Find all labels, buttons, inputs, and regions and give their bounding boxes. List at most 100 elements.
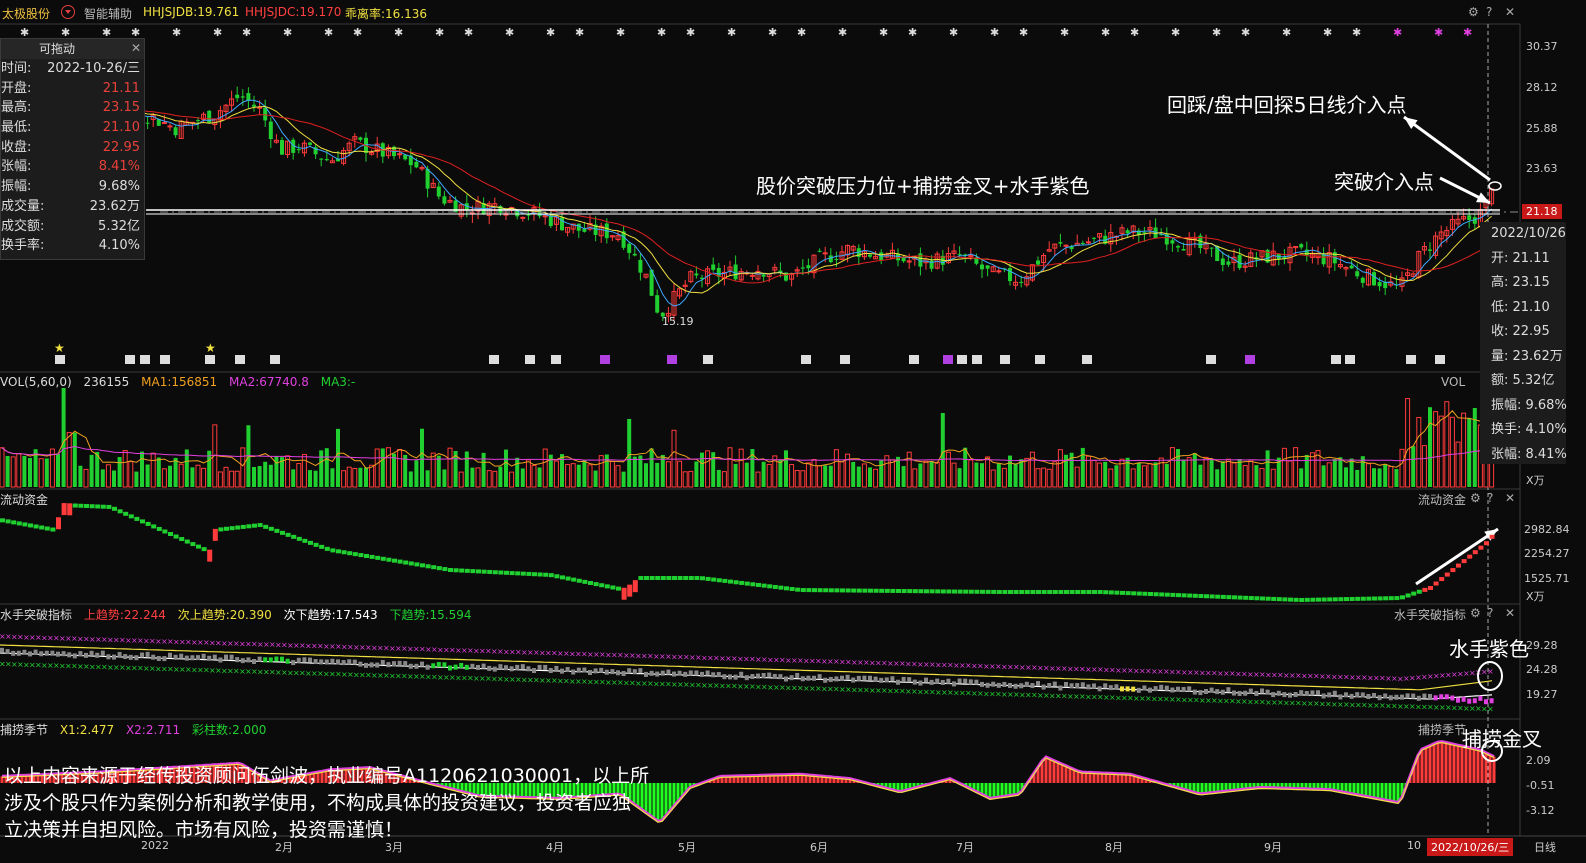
sailor-box	[604, 669, 609, 675]
sailor-box	[498, 664, 503, 670]
volume-bar	[442, 469, 447, 487]
settings-icon[interactable]: ⚙	[1470, 606, 1481, 620]
candle-body	[1237, 255, 1242, 269]
fund-dot	[515, 571, 521, 576]
star-marker: ✱	[1282, 26, 1291, 39]
fund-dot	[520, 571, 526, 576]
close-icon[interactable]: ✕	[1505, 606, 1515, 620]
star-marker: ✱	[505, 26, 514, 39]
volume-bar	[766, 463, 772, 488]
volume-bar	[738, 448, 744, 488]
sailor-box	[448, 665, 452, 671]
event-marker-icon	[972, 355, 982, 364]
volume-bar	[134, 471, 139, 487]
sailor-right-label[interactable]: 水手突破指标	[1394, 606, 1466, 623]
fund-dot	[929, 589, 935, 594]
fund-dot	[772, 584, 778, 589]
candle-body	[1085, 241, 1091, 244]
candle-body	[1360, 277, 1365, 283]
volume-bar	[1383, 464, 1388, 487]
season-bar	[1424, 747, 1428, 783]
sailor-box	[95, 652, 100, 658]
volume-bar	[385, 447, 391, 488]
sailor-box	[1243, 690, 1248, 696]
fund-right-label[interactable]: 流动资金	[1418, 491, 1466, 508]
fund-dot	[621, 587, 627, 600]
volume-bar	[150, 452, 156, 488]
volume-right-label[interactable]: VOL	[1441, 375, 1465, 389]
candle-body	[263, 107, 268, 121]
fund-dot	[1108, 590, 1114, 595]
volume-bar	[861, 463, 867, 488]
sailor-box	[1383, 693, 1388, 699]
sailor-box	[884, 677, 889, 683]
volume-bar	[122, 450, 128, 488]
fund-dot	[1332, 597, 1338, 602]
volume-bar	[1438, 415, 1444, 488]
fund-dot	[95, 504, 101, 509]
info-value: 21.10	[102, 120, 140, 136]
season-bar	[1000, 783, 1004, 797]
ohlc-info-box[interactable]: 可拖动 ✕ 时间: 2022-10-26/三 开盘: 21.11 最高: 23.15 最低:…	[0, 38, 145, 260]
fund-axis-label: 2254.27	[1524, 547, 1570, 560]
fund-dot	[784, 586, 789, 591]
event-marker-icon	[600, 355, 610, 364]
disclaimer-line: 立决策并自担风险。市场有风险，投资需谨慎！	[4, 819, 404, 841]
fund-dot	[436, 566, 442, 571]
sailor-box	[1036, 681, 1040, 687]
volume-bar	[217, 471, 223, 488]
event-marker-icon	[703, 355, 713, 364]
star-icon: ★	[205, 341, 216, 355]
fund-dot	[1366, 596, 1372, 601]
sailor-box	[128, 654, 133, 660]
fund-dot	[470, 569, 476, 574]
sailor-box	[543, 664, 548, 670]
volume-bar	[285, 455, 291, 488]
close-icon[interactable]: ✕	[131, 41, 141, 55]
fund-dot	[117, 509, 123, 514]
drag-handle[interactable]: 可拖动	[1, 39, 144, 59]
sailor-box	[1041, 684, 1046, 690]
volume-bar	[784, 450, 788, 487]
help-icon[interactable]: ?	[1487, 491, 1493, 505]
sailor-box	[1176, 686, 1180, 692]
fund-dot	[1304, 597, 1310, 602]
side-info-row: 2022/10/26	[1491, 226, 1566, 241]
volume-bar	[324, 448, 329, 487]
fund-dot	[358, 553, 364, 558]
period-selector[interactable]: 日线	[1534, 839, 1556, 855]
volume-bar	[1013, 463, 1018, 487]
fund-dot	[274, 528, 280, 533]
close-icon[interactable]: ✕	[1505, 491, 1515, 505]
help-icon[interactable]: ?	[1487, 606, 1493, 620]
candle-body	[1467, 215, 1472, 220]
info-key: 成交量:	[1, 198, 45, 214]
season-bar	[1360, 783, 1364, 796]
volume-bar	[705, 450, 711, 488]
volume-bar	[800, 470, 806, 488]
fund-dot	[1416, 589, 1422, 594]
fund-dot	[638, 576, 644, 580]
volume-bar	[234, 470, 240, 488]
fund-dot	[397, 559, 403, 564]
fund-dot	[968, 589, 974, 594]
fund-dot	[196, 544, 201, 549]
volume-bar	[570, 463, 576, 488]
settings-icon[interactable]: ⚙	[1470, 491, 1481, 505]
event-marker-icon	[1435, 355, 1445, 364]
candle-body	[957, 253, 962, 255]
sailor-box	[358, 661, 363, 667]
event-marker-icon	[1206, 355, 1216, 364]
arrow-fund	[1415, 527, 1499, 586]
volume-bar	[716, 469, 721, 487]
candle-body	[425, 168, 430, 189]
fund-dot	[1008, 590, 1013, 594]
volume-bar	[486, 470, 492, 488]
fund-dot	[1019, 590, 1025, 594]
info-key: 张幅:	[1, 159, 32, 175]
sailor-box	[190, 655, 195, 661]
volume-bar	[1198, 464, 1203, 487]
season-right-label[interactable]: 捕捞季节	[1418, 721, 1466, 738]
sailor-box	[11, 650, 16, 656]
sailor-box	[302, 657, 307, 663]
